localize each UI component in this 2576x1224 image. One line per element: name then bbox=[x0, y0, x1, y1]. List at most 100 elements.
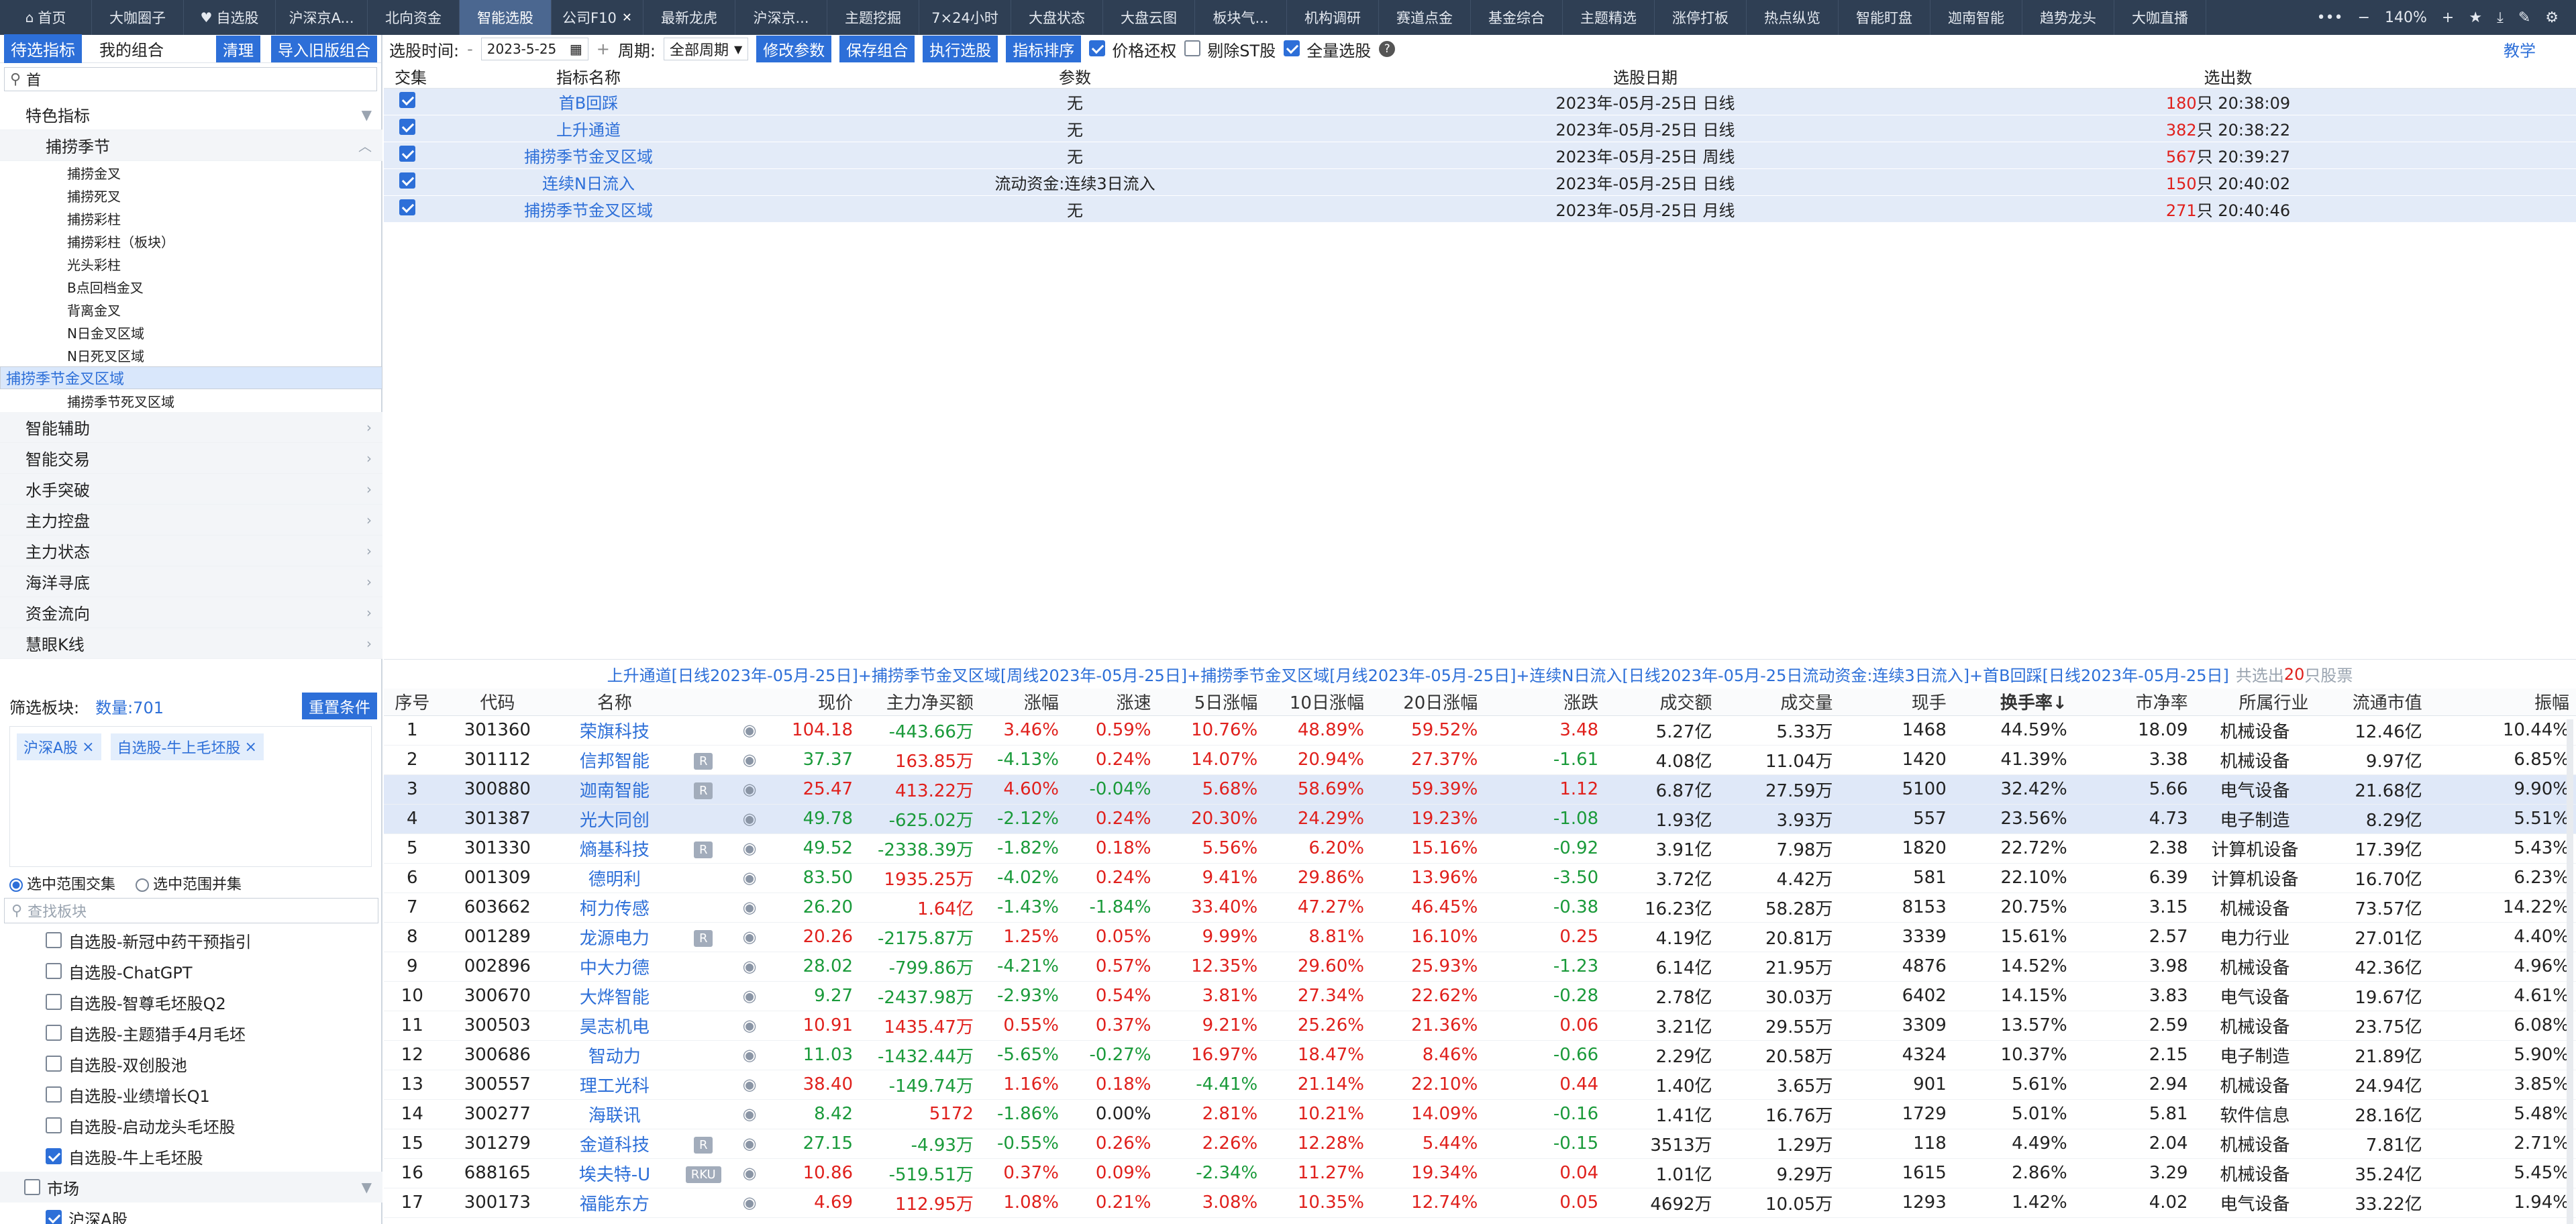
top-tab[interactable]: 沪深京... bbox=[735, 0, 827, 35]
stock-header[interactable]: 换手率↓ bbox=[1953, 688, 2074, 716]
stock-header[interactable] bbox=[731, 688, 768, 716]
tree-leaf[interactable]: 背离金叉 bbox=[0, 298, 382, 321]
run-selection-button[interactable]: 执行选股 bbox=[923, 36, 998, 62]
stock-header[interactable]: 市净率 bbox=[2073, 688, 2195, 716]
stock-name[interactable]: 金道科技 bbox=[554, 1129, 675, 1159]
formula-name[interactable]: 连续N日流入 bbox=[437, 168, 739, 196]
board-chip[interactable]: 自选股-牛上毛坯股 × bbox=[110, 733, 264, 760]
board-item[interactable]: 自选股-主题猎手4月毛坯 bbox=[0, 1017, 382, 1048]
board-item[interactable]: 自选股-牛上毛坯股 bbox=[0, 1141, 382, 1172]
board-item[interactable]: 自选股-启动龙头毛坯股 bbox=[0, 1110, 382, 1141]
stock-name[interactable]: 柯力传感 bbox=[554, 892, 675, 923]
tab-my-combos[interactable]: 我的组合 bbox=[93, 34, 170, 63]
top-tab[interactable]: 机构调研 bbox=[1287, 0, 1379, 35]
exclude-st-checkbox[interactable]: 剔除ST股 bbox=[1184, 38, 1276, 61]
stock-header[interactable]: 流通市值 bbox=[2315, 688, 2429, 716]
top-tab[interactable]: 热点纵览 bbox=[1747, 0, 1839, 35]
stock-name[interactable]: 中大力德 bbox=[554, 952, 675, 982]
pin-icon[interactable]: ⤓ bbox=[2497, 9, 2504, 26]
tree-leaf[interactable]: 捕捞彩柱 bbox=[0, 207, 382, 230]
stock-header[interactable]: 10日涨幅 bbox=[1264, 688, 1371, 716]
eye-icon[interactable]: ◉ bbox=[743, 750, 757, 769]
formula-row[interactable]: 首B回踩无 2023年-05月-25日 日线 180只 20:38:09 bbox=[384, 88, 2576, 115]
tree-leaf[interactable]: 捕捞季节死叉区域 bbox=[0, 389, 382, 412]
stock-row[interactable]: 12 300686 智动力 ◉ 11.03 -1432.44万 -5.65% -0.27% 16… bbox=[384, 1040, 2576, 1070]
full-selection-checkbox[interactable]: 全量选股 bbox=[1284, 38, 1371, 61]
formula-name[interactable]: 捕捞季节金叉区域 bbox=[437, 142, 739, 169]
eye-icon[interactable]: ◉ bbox=[743, 1105, 757, 1123]
period-select[interactable]: 全部周期 ▼ bbox=[663, 38, 749, 60]
stock-header[interactable] bbox=[674, 688, 732, 716]
tree-category[interactable]: 水手突破 › bbox=[0, 474, 382, 505]
stock-header[interactable]: 所属行业 bbox=[2194, 688, 2316, 716]
eye-icon[interactable]: ◉ bbox=[743, 721, 757, 740]
top-tab[interactable]: 大咖直播 bbox=[2114, 0, 2206, 35]
stock-header[interactable]: 涨跌 bbox=[1484, 688, 1606, 716]
tree-leaf[interactable]: 光头彩柱 bbox=[0, 252, 382, 275]
stock-row[interactable]: 8 001289 龙源电力 R ◉ 20.26 -2175.87万 1.25% 0.05% 9.9… bbox=[384, 922, 2576, 952]
tree-category[interactable]: 主力控盘 › bbox=[0, 505, 382, 536]
close-icon[interactable]: ✕ bbox=[622, 11, 632, 25]
tree-leaf[interactable]: N日死叉区域 bbox=[0, 344, 382, 366]
more-icon[interactable]: ••• bbox=[2317, 9, 2343, 26]
close-icon[interactable]: × bbox=[244, 739, 256, 756]
stock-name[interactable]: 德明利 bbox=[554, 863, 675, 893]
top-tab[interactable]: 智能盯盘 bbox=[1839, 0, 1930, 35]
reset-conditions-button[interactable]: 重置条件 bbox=[302, 693, 377, 719]
save-combo-button[interactable]: 保存组合 bbox=[839, 36, 915, 62]
stock-row[interactable]: 5 301330 熵基科技 R ◉ 49.52 -2338.39万 -1.82% 0.18% 5.… bbox=[384, 833, 2576, 864]
top-tab[interactable]: 主题挖掘 bbox=[827, 0, 919, 35]
close-icon[interactable]: × bbox=[82, 739, 94, 756]
top-tab[interactable]: ⌂ 首页 bbox=[0, 0, 92, 35]
board-item[interactable]: 自选股-智尊毛坯股Q2 bbox=[0, 986, 382, 1017]
stock-header[interactable]: 成交量 bbox=[1718, 688, 1840, 716]
tree-root[interactable]: 特色指标 ▼ bbox=[0, 99, 382, 130]
checkbox-checked-icon[interactable] bbox=[399, 91, 415, 108]
radio-intersect[interactable]: 选中范围交集 bbox=[9, 872, 115, 894]
stock-header[interactable]: 主力净买额 bbox=[860, 688, 980, 716]
eye-icon[interactable]: ◉ bbox=[743, 927, 757, 946]
checkbox-checked-icon[interactable] bbox=[399, 145, 415, 162]
stock-name[interactable]: 龙源电力 bbox=[554, 922, 675, 952]
eye-icon[interactable]: ◉ bbox=[743, 1134, 757, 1153]
price-restore-checkbox[interactable]: 价格还权 bbox=[1089, 38, 1176, 61]
stock-header[interactable]: 代码 bbox=[440, 688, 554, 716]
date-next-icon[interactable]: + bbox=[597, 40, 610, 58]
tree-leaf[interactable]: 捕捞死叉 bbox=[0, 184, 382, 207]
stock-row[interactable]: 10 300670 大烨智能 ◉ 9.27 -2437.98万 -2.93% 0.54% 3.8… bbox=[384, 981, 2576, 1011]
stock-name[interactable]: 智动力 bbox=[554, 1040, 675, 1070]
date-prev-icon[interactable]: - bbox=[467, 40, 473, 58]
board-chip[interactable]: 沪深A股 × bbox=[17, 733, 101, 760]
edit-icon[interactable]: ✎ bbox=[2518, 9, 2530, 26]
top-tab[interactable]: 基金综合 bbox=[1471, 0, 1563, 35]
star-icon[interactable]: ★ bbox=[2469, 9, 2482, 26]
eye-icon[interactable]: ◉ bbox=[743, 898, 757, 917]
checkbox-checked-icon[interactable] bbox=[399, 199, 415, 215]
stock-row[interactable]: 11 300503 昊志机电 ◉ 10.91 1435.47万 0.55% 0.37% 9.21… bbox=[384, 1011, 2576, 1041]
stock-name[interactable]: 光大同创 bbox=[554, 804, 675, 834]
stock-row[interactable]: 3 300880 迦南智能 R ◉ 25.47 413.22万 4.60% -0.04% 5.68… bbox=[384, 774, 2576, 805]
stock-header[interactable]: 20日涨幅 bbox=[1370, 688, 1485, 716]
top-tab[interactable]: 板块气... bbox=[1195, 0, 1287, 35]
settings-icon[interactable]: ⚙ bbox=[2545, 9, 2559, 26]
stock-name[interactable]: 迦南智能 bbox=[554, 774, 675, 805]
top-tab[interactable]: 沪深京A... bbox=[276, 0, 368, 35]
stock-name[interactable]: 熵基科技 bbox=[554, 833, 675, 864]
top-tab[interactable]: 赛道点金 bbox=[1379, 0, 1471, 35]
stock-name[interactable]: 海联讯 bbox=[554, 1099, 675, 1129]
stock-header[interactable]: 成交额 bbox=[1605, 688, 1719, 716]
stock-header[interactable]: 名称 bbox=[554, 688, 675, 716]
market-group[interactable]: 市场 ▼ bbox=[0, 1172, 382, 1203]
top-tab[interactable]: 主题精选 bbox=[1563, 0, 1655, 35]
top-tab[interactable]: 大盘云图 bbox=[1103, 0, 1195, 35]
stock-header[interactable]: 涨速 bbox=[1065, 688, 1158, 716]
formula-row[interactable]: 捕捞季节金叉区域无 2023年-05月-25日 月线 271只 20:40:46 bbox=[384, 195, 2576, 223]
formula-name[interactable]: 捕捞季节金叉区域 bbox=[437, 195, 739, 223]
radio-union[interactable]: 选中范围并集 bbox=[136, 872, 242, 894]
tree-leaf[interactable]: N日金叉区域 bbox=[0, 321, 382, 344]
zoom-out-icon[interactable]: − bbox=[2358, 9, 2370, 26]
stock-row[interactable]: 4 301387 光大同创 ◉ 49.78 -625.02万 -2.12% 0.24% 20.3… bbox=[384, 804, 2576, 834]
formula-row[interactable]: 捕捞季节金叉区域无 2023年-05月-25日 周线 567只 20:39:27 bbox=[384, 142, 2576, 169]
stock-row[interactable]: 17 300173 福能东方 ◉ 4.69 112.95万 1.08% 0.21% 3.08% 1… bbox=[384, 1188, 2576, 1218]
eye-icon[interactable]: ◉ bbox=[743, 809, 757, 828]
